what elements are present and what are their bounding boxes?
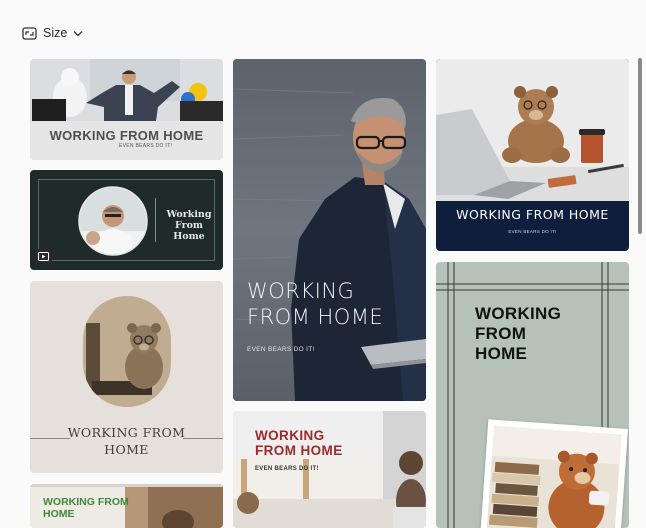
template-subtitle: EVEN BEARS DO IT! (247, 346, 315, 353)
template-title: WORKING FROM HOME (43, 496, 129, 520)
scrollbar-thumb[interactable] (638, 58, 642, 234)
template-subtitle: EVEN BEARS DO IT! (508, 229, 557, 234)
template-title-line: Working (166, 209, 212, 220)
size-filter-label: Size (43, 26, 68, 40)
template-card-working-from-home-portrait[interactable]: WORKING FROM HOME EVEN BEARS DO IT! (233, 59, 426, 401)
template-card-working-from-home-navy[interactable]: WORKING FROM HOME EVEN BEARS DO IT! (436, 59, 629, 251)
template-title-line: WORKING FROM (43, 496, 129, 508)
template-title: WORKING FROM HOME (475, 304, 561, 364)
template-card-working-from-home-sage[interactable]: WORKING FROM HOME (436, 262, 629, 528)
size-filter-button[interactable]: Size (22, 22, 83, 44)
template-card-working-from-home-video[interactable]: Working From Home (30, 170, 223, 270)
template-card-working-from-home-red[interactable]: WORKING FROM HOME EVEN BEARS DO IT! (233, 411, 426, 528)
template-title: WORKING FROM HOME (255, 428, 343, 458)
template-title: WORKING FROM HOME (30, 424, 223, 458)
template-photo-bear-laptop (436, 59, 629, 201)
template-title: WORKING FROM HOME (49, 128, 204, 143)
template-subtitle: EVEN BEARS DO IT! (119, 143, 173, 149)
template-title-line: FROM (475, 324, 527, 343)
template-title-line: HOME (475, 344, 528, 363)
template-card-working-from-home-green[interactable]: WORKING FROM HOME (30, 484, 223, 528)
template-subtitle: EVEN BEARS DO IT! (255, 466, 319, 472)
template-card-working-from-home-oval[interactable]: WORKING FROM HOME (30, 281, 223, 473)
template-title: WORKING FROM HOME (247, 278, 383, 330)
template-title-line: WORKING (247, 279, 355, 303)
template-title: WORKING FROM HOME (456, 207, 609, 222)
template-title-line: HOME (104, 442, 149, 457)
template-title-line: WORKING (255, 428, 325, 443)
template-title-line: FROM HOME (255, 443, 343, 458)
template-title-line: FROM HOME (247, 305, 384, 329)
template-card-working-from-home-office[interactable]: WORKING FROM HOME EVEN BEARS DO IT! (30, 59, 223, 160)
template-title-line: WORKING FROM (67, 425, 186, 440)
template-gallery: Size WORKING FROM HOME EVEN BEARS DO IT!… (0, 0, 646, 528)
template-photo-bear-reading (83, 296, 171, 407)
template-photo-doctor (78, 186, 148, 256)
template-title-line: From Home (173, 220, 205, 242)
template-title-line: HOME (43, 508, 75, 520)
template-title-line: WORKING (475, 304, 562, 323)
template-photo-bear-books (486, 425, 622, 528)
template-polaroid (479, 419, 629, 528)
resize-icon (22, 26, 37, 40)
video-play-icon (35, 249, 52, 263)
chevron-down-icon (73, 30, 83, 37)
template-divider (155, 198, 156, 242)
template-title: Working From Home (160, 209, 218, 242)
